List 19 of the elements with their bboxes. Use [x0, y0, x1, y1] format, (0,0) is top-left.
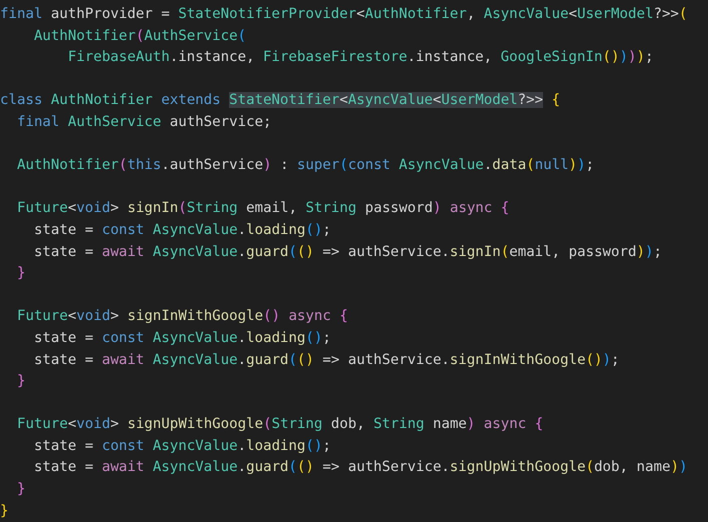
code-line: state = await AsyncValue.guard(() => authService.signInWithGoogle()); — [32, 350, 620, 370]
code-line: state = const AsyncValue.loading(); — [32, 220, 331, 240]
code-line: Future<void> signIn(String email, String password) async { — [16, 199, 510, 218]
code-line: final authProvider = StateNotifierProvider<AuthNotifier, AsyncValue<UserModel?>>( — [0, 5, 688, 24]
code-line: } — [16, 372, 26, 392]
code-line: state = const AsyncValue.loading(); — [32, 436, 331, 456]
code-line: AuthNotifier(AuthService( — [32, 26, 246, 46]
code-line: state = await AsyncValue.guard(() => authService.signIn(email, password)); — [32, 242, 662, 262]
code-line: } — [16, 480, 26, 500]
code-line: state = await AsyncValue.guard(() => authService.signUpWithGoogle(dob, name)) — [32, 458, 688, 478]
code-line: Future<void> signInWithGoogle() async { — [16, 307, 348, 326]
code-line: AuthNotifier(this.authService) : super(const AsyncValue.data(null)); — [16, 156, 594, 176]
code-line: final AuthService authService; — [16, 112, 272, 132]
code-line: } — [16, 264, 26, 284]
code-line: Future<void> signUpWithGoogle(String dob, String name) async { — [16, 415, 544, 434]
code-line: FirebaseAuth.instance, FirebaseFirestore.instance, GoogleSignIn()))); — [66, 48, 654, 68]
code-line: class AuthNotifier extends StateNotifier<AsyncValue<UserModel?>> { — [0, 91, 560, 110]
code-line: state = const AsyncValue.loading(); — [32, 328, 331, 348]
code-line: } — [0, 502, 8, 521]
